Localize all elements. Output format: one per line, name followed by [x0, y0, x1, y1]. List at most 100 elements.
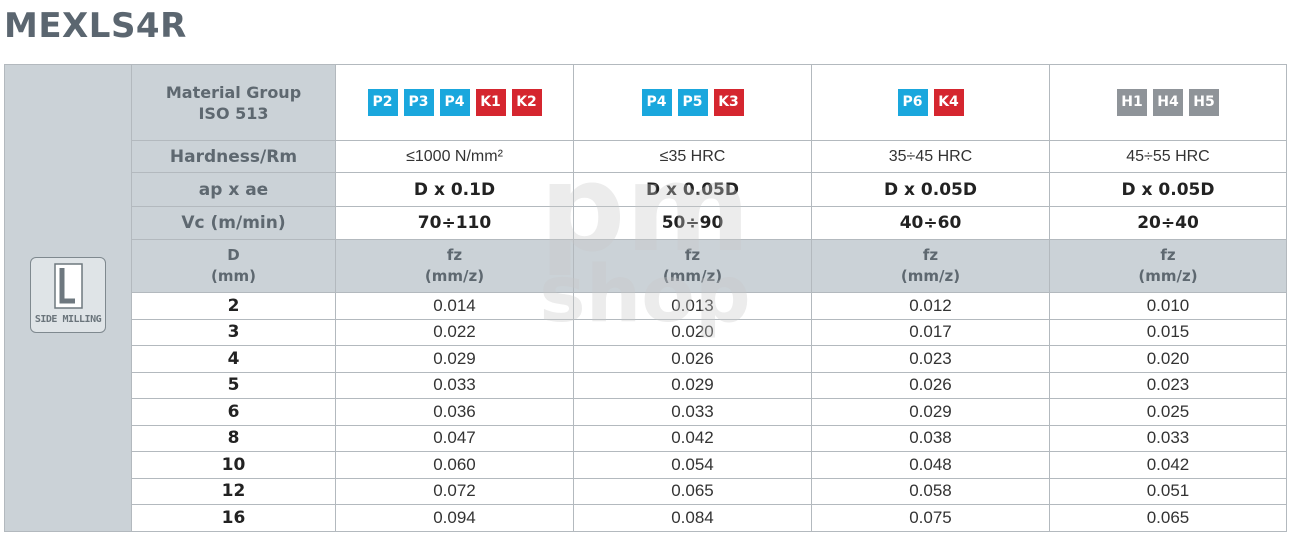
material-group-badge-k3: K3: [713, 89, 744, 116]
fz-value-cell: 0.015: [1049, 318, 1287, 346]
fz-value-cell: 0.010: [1049, 292, 1287, 320]
fz-header-row: D (mm) fz (mm/z) fz (mm/z) fz (mm/z) fz (mm/…: [5, 239, 1287, 293]
diameter-cell: 6: [131, 398, 336, 426]
fz-value-cell: 0.033: [335, 371, 574, 399]
fz-value-cell: 0.025: [1049, 398, 1287, 426]
table-row: 2 0.014 0.013 0.012 0.010: [5, 292, 1287, 320]
diameter-cell: 2: [131, 292, 336, 320]
fz-value-cell: 0.026: [573, 345, 812, 373]
fz-value-cell: 0.051: [1049, 477, 1287, 505]
material-group-badge-h5: H5: [1189, 89, 1219, 116]
table-row: 4 0.029 0.026 0.023 0.020: [5, 345, 1287, 373]
material-group-badge-p3: P3: [403, 89, 434, 116]
material-group-badge-p4: P4: [641, 89, 672, 116]
cutting-data-table: SIDE MILLING Material Group ISO 513 P2 P3…: [4, 64, 1287, 532]
table-row: 3 0.022 0.020 0.017 0.015: [5, 318, 1287, 346]
material-group-label-line1: Material Group: [165, 82, 302, 102]
fz-value-cell: 0.042: [1049, 451, 1287, 479]
diameter-cell: 16: [131, 504, 336, 532]
fz-value-cell: 0.033: [573, 398, 812, 426]
fz-value-cell: 0.012: [811, 292, 1050, 320]
diameter-cell: 5: [131, 371, 336, 399]
vc-col-4: 20÷40: [1049, 206, 1287, 240]
ap-ae-row: ap x ae D x 0.1D D x 0.05D D x 0.05D D x…: [5, 172, 1287, 207]
fz-header-col-2: fz (mm/z): [573, 239, 812, 293]
side-milling-label: SIDE MILLING: [34, 314, 102, 326]
fz-value-cell: 0.048: [811, 451, 1050, 479]
material-group-label: Material Group ISO 513: [131, 64, 336, 141]
fz-value-cell: 0.058: [811, 477, 1050, 505]
ap-ae-label: ap x ae: [131, 172, 336, 207]
material-group-badge-p2: P2: [367, 89, 398, 116]
hardness-label: Hardness/Rm: [131, 140, 336, 173]
material-group-label-line2: ISO 513: [198, 103, 269, 123]
fz-value-cell: 0.023: [811, 345, 1050, 373]
fz-header-col-3: fz (mm/z): [811, 239, 1050, 293]
fz-value-cell: 0.038: [811, 424, 1050, 452]
fz-value-cell: 0.020: [1049, 345, 1287, 373]
fz-value-cell: 0.084: [573, 504, 812, 532]
material-group-badge-p4: P4: [439, 89, 470, 116]
hardness-col-3: 35÷45 HRC: [811, 140, 1050, 173]
material-groups-col-1: P2 P3 P4 K1 K2: [335, 64, 574, 141]
fz-value-cell: 0.013: [573, 292, 812, 320]
diameter-cell: 8: [131, 424, 336, 452]
fz-value-cell: 0.047: [335, 424, 574, 452]
material-group-badge-k2: K2: [511, 89, 542, 116]
fz-value-cell: 0.036: [335, 398, 574, 426]
fz-value-cell: 0.075: [811, 504, 1050, 532]
material-group-badge-k4: K4: [933, 89, 964, 116]
fz-value-cell: 0.023: [1049, 371, 1287, 399]
fz-header-line1: fz: [922, 246, 939, 264]
ap-ae-col-2: D x 0.05D: [573, 172, 812, 207]
material-group-badge-h4: H4: [1153, 89, 1183, 116]
d-header-line2: (mm): [211, 267, 256, 285]
fz-value-cell: 0.026: [811, 371, 1050, 399]
material-group-badge-k1: K1: [475, 89, 506, 116]
table-row: 12 0.072 0.065 0.058 0.051: [5, 477, 1287, 505]
fz-header-col-1: fz (mm/z): [335, 239, 574, 293]
fz-header-line1: fz: [1160, 246, 1176, 264]
material-groups-col-4: H1 H4 H5: [1049, 64, 1287, 141]
diameter-cell: 3: [131, 318, 336, 346]
fz-value-cell: 0.094: [335, 504, 574, 532]
material-group-badge-p5: P5: [677, 89, 708, 116]
ap-ae-col-4: D x 0.05D: [1049, 172, 1287, 207]
page-title: MEXLS4R: [4, 6, 187, 46]
hardness-row: Hardness/Rm ≤1000 N/mm² ≤35 HRC 35÷45 HR…: [5, 140, 1287, 173]
fz-value-cell: 0.020: [573, 318, 812, 346]
ap-ae-col-3: D x 0.05D: [811, 172, 1050, 207]
material-group-row: SIDE MILLING Material Group ISO 513 P2 P3…: [4, 64, 1287, 532]
fz-value-cell: 0.029: [573, 371, 812, 399]
fz-header-col-4: fz (mm/z): [1049, 239, 1287, 293]
d-mm-header: D (mm): [131, 239, 336, 293]
fz-value-cell: 0.029: [811, 398, 1050, 426]
fz-header-line2: (mm/z): [424, 267, 485, 285]
hardness-col-1: ≤1000 N/mm²: [335, 140, 574, 173]
fz-value-cell: 0.065: [573, 477, 812, 505]
fz-value-cell: 0.065: [1049, 504, 1287, 532]
d-header-line1: D: [227, 246, 240, 264]
hardness-col-4: 45÷55 HRC: [1049, 140, 1287, 173]
fz-header-line2: (mm/z): [662, 267, 723, 285]
vc-col-2: 50÷90: [573, 206, 812, 240]
fz-value-cell: 0.054: [573, 451, 812, 479]
fz-header-line2: (mm/z): [900, 267, 961, 285]
hardness-col-2: ≤35 HRC: [573, 140, 812, 173]
side-milling-icon: SIDE MILLING: [30, 257, 106, 334]
table-row: 10 0.060 0.054 0.048 0.042: [5, 451, 1287, 479]
diameter-cell: 12: [131, 477, 336, 505]
table-row: 16 0.094 0.084 0.075 0.065: [5, 504, 1287, 532]
side-milling-cell: SIDE MILLING: [4, 64, 132, 532]
vc-col-1: 70÷110: [335, 206, 574, 240]
ap-ae-col-1: D x 0.1D: [335, 172, 574, 207]
fz-value-cell: 0.072: [335, 477, 574, 505]
diameter-cell: 10: [131, 451, 336, 479]
material-group-badge-h1: H1: [1117, 89, 1147, 116]
material-group-badge-p6: P6: [897, 89, 928, 116]
fz-value-cell: 0.042: [573, 424, 812, 452]
vc-label: Vc (m/min): [131, 206, 336, 240]
fz-header-line1: fz: [446, 246, 463, 264]
table-row: 8 0.047 0.042 0.038 0.033: [5, 424, 1287, 452]
table-row: 6 0.036 0.033 0.029 0.025: [5, 398, 1287, 426]
